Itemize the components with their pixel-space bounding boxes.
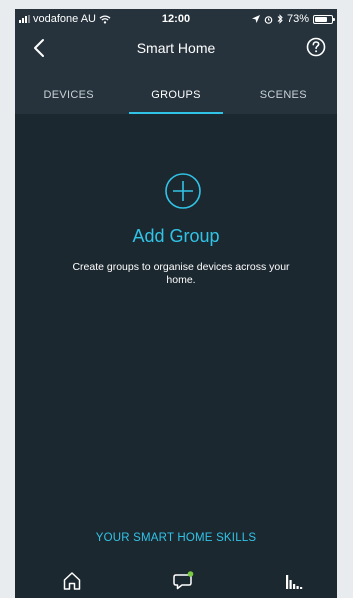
bluetooth-icon	[277, 14, 283, 24]
header: vodafone AU 12:00 73% Smart Home DEVICES…	[15, 9, 337, 114]
tab-bar: DEVICES GROUPS SCENES	[15, 79, 337, 114]
home-icon[interactable]	[61, 570, 83, 592]
help-button[interactable]	[305, 36, 327, 58]
page-title: Smart Home	[136, 40, 216, 56]
tab-devices[interactable]: DEVICES	[15, 79, 122, 114]
battery-icon	[313, 14, 335, 24]
location-arrow-icon	[251, 15, 260, 23]
chat-bubble-icon[interactable]	[172, 570, 194, 592]
status-bar: vodafone AU 12:00 73%	[15, 9, 337, 29]
add-group-button[interactable]: Add Group	[15, 226, 337, 247]
bottom-nav	[15, 558, 337, 598]
battery-fill	[315, 16, 327, 22]
tab-scenes[interactable]: SCENES	[230, 79, 337, 114]
groups-empty-state: Add Group Create groups to organise devi…	[15, 114, 337, 598]
alarm-icon	[264, 15, 273, 24]
add-group-description: Create groups to organise devices across…	[72, 261, 290, 286]
smart-home-skills-link[interactable]: YOUR SMART HOME SKILLS	[15, 532, 337, 544]
status-right: 73%	[251, 13, 335, 25]
plus-circle-icon[interactable]	[164, 172, 202, 210]
smart-home-screen: vodafone AU 12:00 73% Smart Home DEVICES…	[15, 9, 337, 598]
tab-groups[interactable]: GROUPS	[122, 79, 229, 114]
title-bar: Smart Home	[15, 29, 337, 79]
equalizer-icon[interactable]	[283, 570, 305, 592]
battery-percent: 73%	[286, 13, 309, 25]
